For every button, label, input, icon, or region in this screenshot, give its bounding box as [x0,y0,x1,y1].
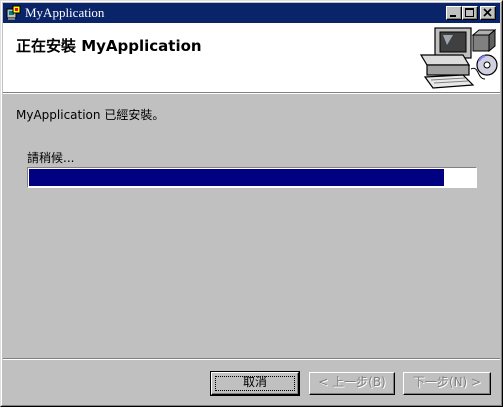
progress-fill [29,169,444,186]
close-button[interactable] [480,6,496,20]
minimize-icon [450,15,456,17]
back-button[interactable]: < 上一步(B) [309,372,395,395]
footer-divider-highlight [3,359,500,360]
maximize-button[interactable] [462,6,478,20]
maximize-icon [465,8,474,17]
next-button[interactable]: 下一步(N) > [403,372,491,395]
cancel-button-label: 取消 [242,375,267,389]
computer-setup-icon [419,27,498,89]
page-title: 正在安裝 MyApplication [16,37,202,55]
title-bar[interactable]: MyApplication [3,3,500,23]
window-title: MyApplication [25,5,105,20]
installer-window: MyApplication 正在安裝 MyApplication MyAppli… [0,0,503,407]
close-icon [483,8,492,17]
please-wait-label: 請稍候... [27,151,75,165]
install-progress-bar [27,167,477,188]
minimize-button[interactable] [446,6,462,20]
next-button-label: 下一步(N) > [412,375,482,389]
install-status-text: MyApplication 已經安裝。 [16,108,165,122]
header-banner: 正在安裝 MyApplication [3,23,500,92]
header-divider-highlight [3,93,500,94]
back-button-label: < 上一步(B) [318,375,386,389]
app-icon[interactable] [6,5,22,21]
cancel-button[interactable]: 取消 [210,371,300,396]
